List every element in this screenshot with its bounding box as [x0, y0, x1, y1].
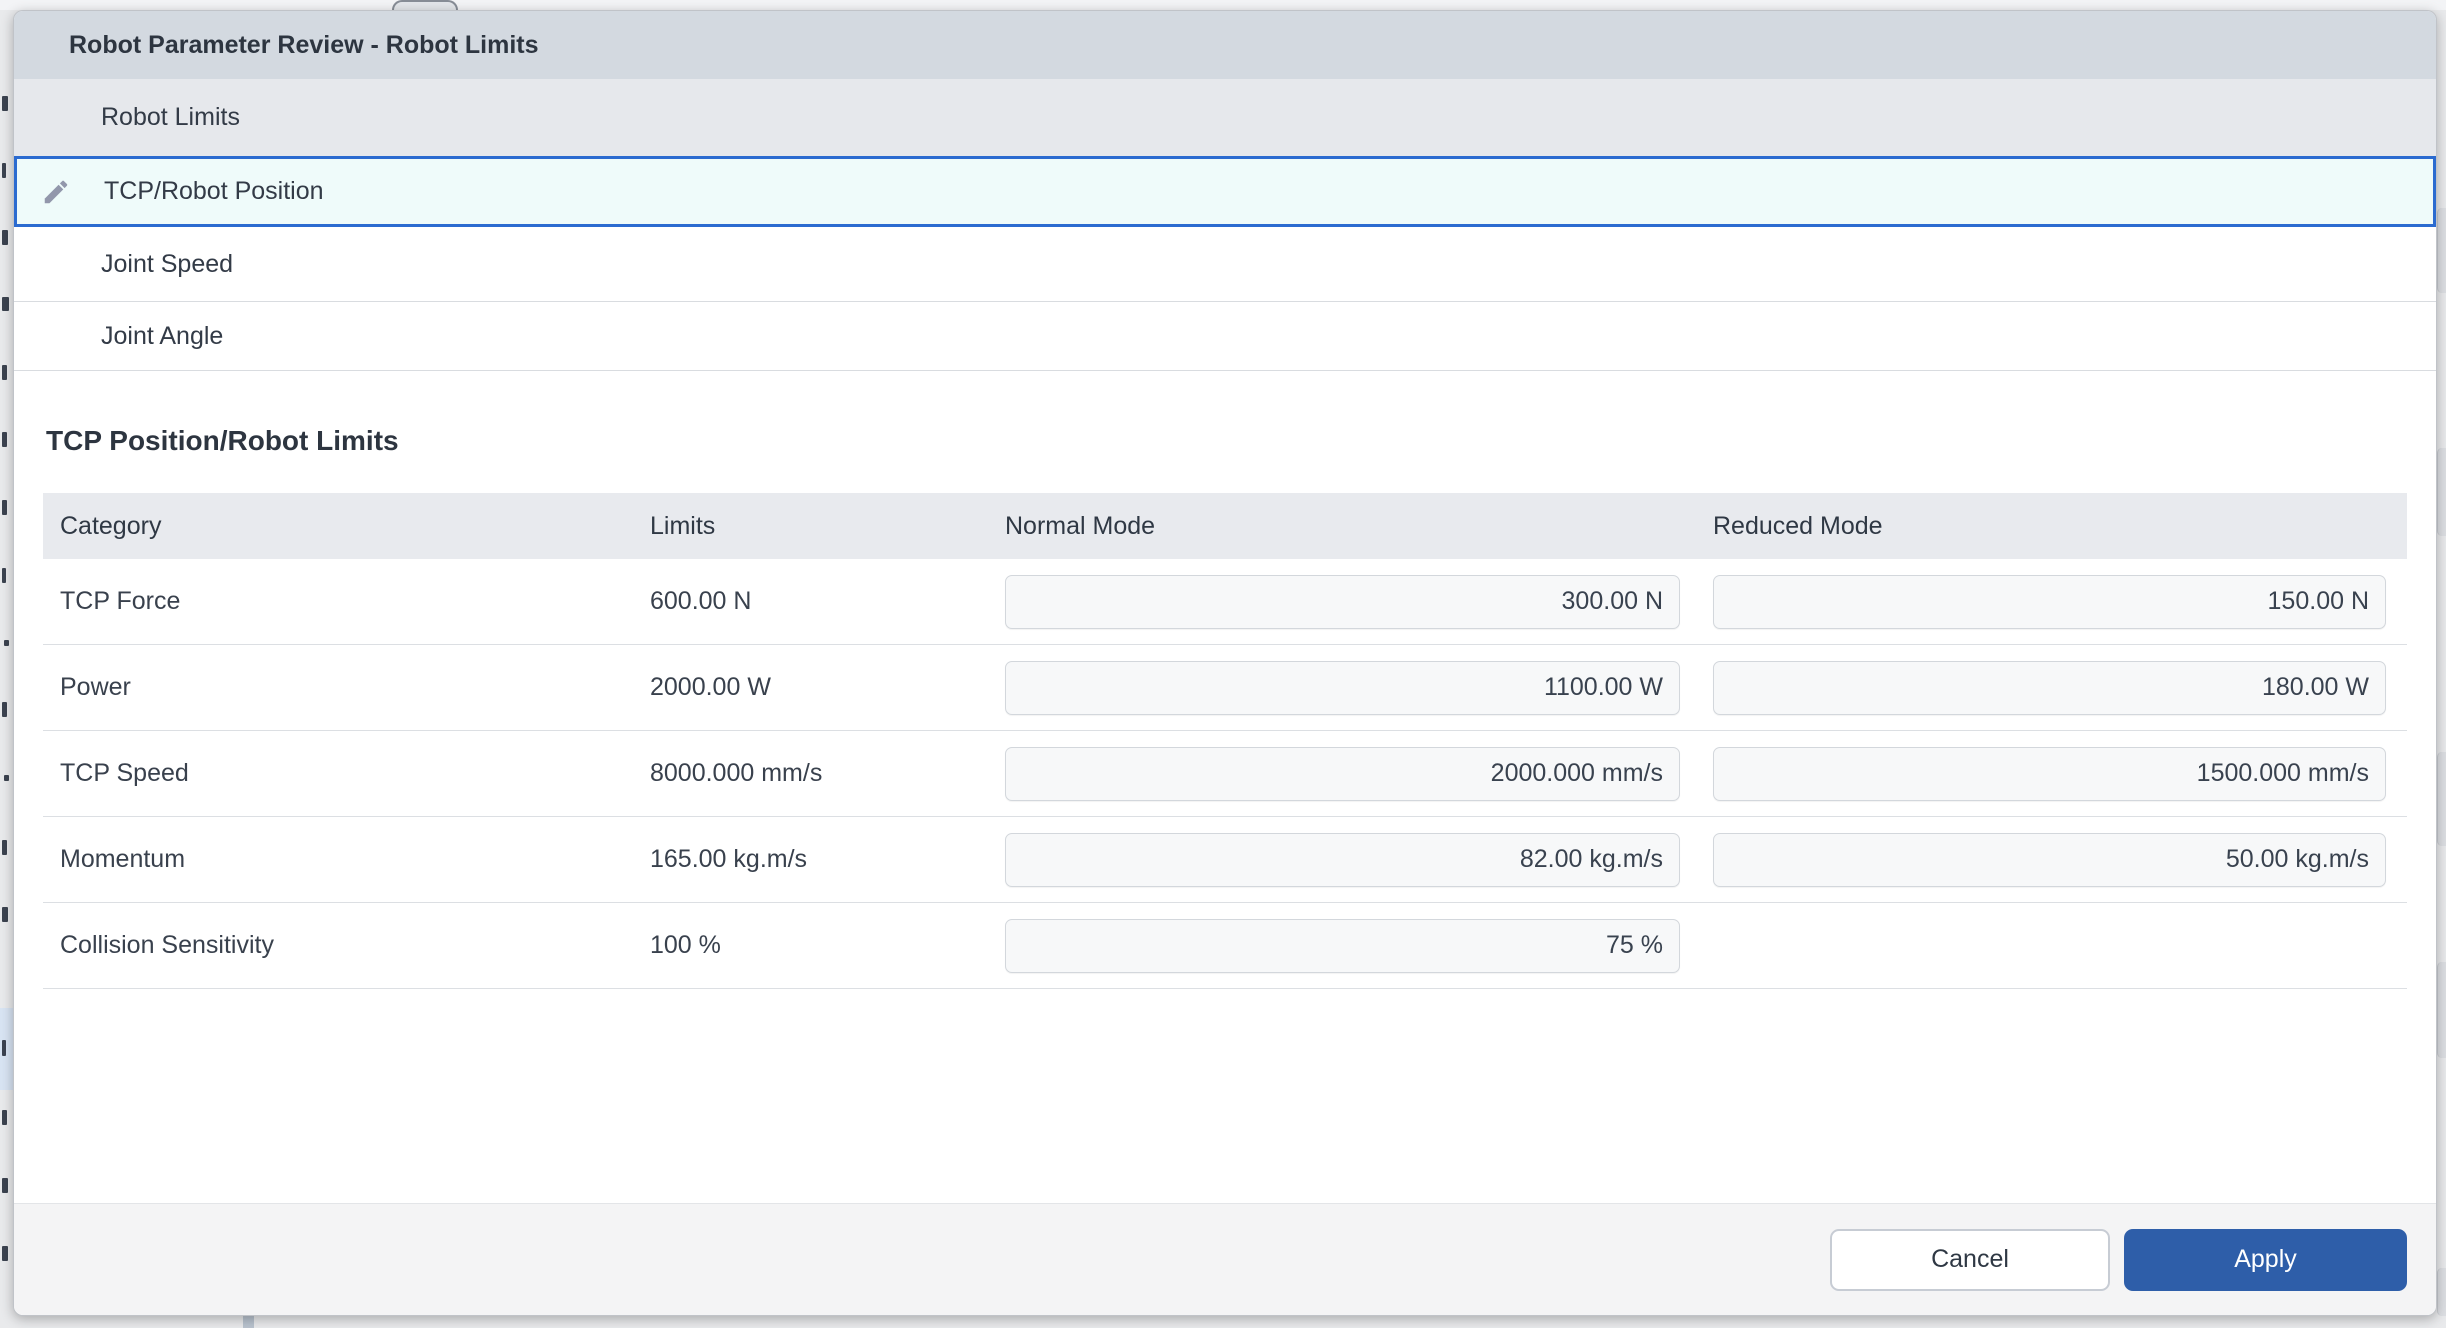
background-text-fragment — [2, 1110, 7, 1125]
nav-item-label: Joint Speed — [101, 250, 233, 279]
background-tab-bottom-fragment — [243, 1316, 254, 1328]
nav-item-tcp-robot-position[interactable]: TCP/Robot Position — [14, 156, 2436, 227]
dialog-title: Robot Parameter Review - Robot Limits — [69, 31, 539, 60]
limit-value: 165.00 kg.m/s — [650, 845, 1005, 874]
column-header-normal-mode: Normal Mode — [1005, 512, 1680, 541]
background-panel-fragment — [2437, 752, 2446, 846]
background-text-fragment — [4, 775, 9, 781]
category-label: Collision Sensitivity — [43, 931, 650, 960]
background-panel-fragment — [2437, 1268, 2446, 1316]
background-text-fragment — [2, 500, 7, 515]
column-header-reduced-mode: Reduced Mode — [1713, 512, 2386, 541]
edit-pencil-icon — [41, 177, 71, 207]
background-text-fragment — [2, 568, 6, 583]
nav-item-joint-angle[interactable]: Joint Angle — [14, 302, 2436, 371]
background-text-fragment — [2, 230, 8, 245]
nav-item-label: Joint Angle — [101, 322, 223, 351]
background-text-fragment — [2, 432, 7, 447]
category-label: Power — [43, 673, 650, 702]
background-text-fragment — [2, 1178, 8, 1193]
background-text-fragment — [2, 96, 8, 111]
momentum-reduced-input[interactable] — [1713, 833, 2386, 887]
cancel-button[interactable]: Cancel — [1830, 1229, 2110, 1291]
column-header-limits: Limits — [650, 512, 1005, 541]
limit-value: 600.00 N — [650, 587, 1005, 616]
nav-item-label: TCP/Robot Position — [104, 177, 324, 206]
background-text-fragment — [2, 297, 9, 311]
apply-button[interactable]: Apply — [2124, 1229, 2407, 1291]
limit-value: 100 % — [650, 931, 1005, 960]
tcp-speed-reduced-input[interactable] — [1713, 747, 2386, 801]
background-text-fragment — [2, 840, 7, 855]
momentum-normal-input[interactable] — [1005, 833, 1680, 887]
background-panel-fragment — [2437, 448, 2446, 536]
section-heading: TCP Position/Robot Limits — [46, 425, 2407, 457]
background-text-fragment — [2, 702, 7, 717]
background-text-fragment — [2, 1040, 6, 1056]
background-text-fragment — [2, 163, 6, 178]
limit-value: 8000.000 mm/s — [650, 759, 1005, 788]
background-text-fragment — [2, 907, 8, 922]
power-normal-input[interactable] — [1005, 661, 1680, 715]
background-text-fragment — [2, 365, 7, 380]
background-window-top-strip — [0, 0, 2446, 10]
column-header-category: Category — [43, 512, 650, 541]
category-label: TCP Force — [43, 587, 650, 616]
tcp-speed-normal-input[interactable] — [1005, 747, 1680, 801]
background-panel-fragment — [2437, 208, 2446, 293]
table-row: Power 2000.00 W — [43, 645, 2407, 731]
dialog-footer: Cancel Apply — [14, 1203, 2436, 1315]
tcp-force-reduced-input[interactable] — [1713, 575, 2386, 629]
nav-item-joint-speed[interactable]: Joint Speed — [14, 227, 2436, 302]
tcp-force-normal-input[interactable] — [1005, 575, 1680, 629]
table-header-row: Category Limits Normal Mode Reduced Mode — [43, 493, 2407, 559]
table-row: Collision Sensitivity 100 % — [43, 903, 2407, 989]
limit-value: 2000.00 W — [650, 673, 1005, 702]
dialog-content: TCP Position/Robot Limits Category Limit… — [14, 371, 2436, 1203]
background-panel-fragment — [2437, 962, 2446, 1058]
nav-item-robot-limits[interactable]: Robot Limits — [14, 79, 2436, 156]
nav-group-label: Robot Limits — [101, 103, 240, 132]
table-row: Momentum 165.00 kg.m/s — [43, 817, 2407, 903]
power-reduced-input[interactable] — [1713, 661, 2386, 715]
category-label: Momentum — [43, 845, 650, 874]
table-row: TCP Speed 8000.000 mm/s — [43, 731, 2407, 817]
category-label: TCP Speed — [43, 759, 650, 788]
collision-sensitivity-normal-input[interactable] — [1005, 919, 1680, 973]
robot-parameter-review-dialog: Robot Parameter Review - Robot Limits Ro… — [13, 10, 2437, 1316]
background-text-fragment — [2, 1246, 8, 1261]
dialog-titlebar: Robot Parameter Review - Robot Limits — [14, 11, 2436, 79]
background-text-fragment — [4, 640, 9, 646]
table-row: TCP Force 600.00 N — [43, 559, 2407, 645]
